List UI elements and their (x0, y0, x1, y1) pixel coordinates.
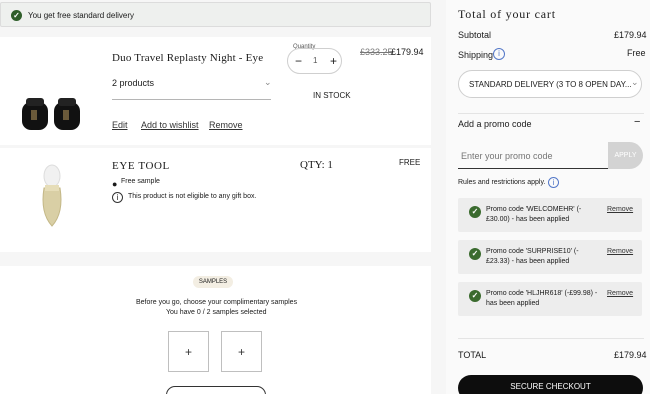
product-image-duo (22, 98, 80, 130)
add-sample-slot-2[interactable]: + (221, 331, 262, 372)
product-name: EYE TOOL (112, 160, 170, 172)
samples-instruction: Before you go, choose your complimentary… (136, 299, 298, 306)
variant-selector[interactable]: 2 products (112, 78, 154, 88)
remove-promo-link[interactable]: Remove (607, 290, 633, 297)
checkmark-icon: ✓ (469, 206, 481, 218)
summary-title: Total of your cart (458, 7, 556, 21)
samples-badge: SAMPLES (193, 276, 233, 288)
info-icon: i (112, 192, 123, 203)
remove-link[interactable]: Remove (209, 120, 243, 130)
decrease-quantity-button[interactable]: − (295, 54, 302, 68)
free-price: FREE (399, 158, 421, 167)
total-label: TOTAL (458, 350, 487, 360)
banner-text: You get free standard delivery (28, 11, 134, 20)
remove-promo-link[interactable]: Remove (607, 248, 633, 255)
chevron-down-icon: ⌄ (631, 77, 639, 87)
promo-line-1: Promo code 'SURPRISE10' (- (486, 248, 579, 255)
promo-line-1: Promo code 'HLJHR618' (-£99.98) - (486, 290, 598, 297)
product-image-eye-tool (42, 164, 62, 227)
info-icon[interactable]: i (548, 177, 559, 188)
promo-line-2: £23.33) - has been applied (486, 258, 570, 265)
divider (458, 338, 644, 339)
secure-checkout-button[interactable]: SECURE CHECKOUT (458, 375, 643, 394)
increase-quantity-button[interactable]: + (330, 54, 337, 68)
delivery-method-select[interactable]: STANDARD DELIVERY (3 TO 8 OPEN DAY... ⌄ (458, 70, 642, 98)
rules-text: Rules and restrictions apply. (458, 179, 546, 186)
samples-count: You have 0 / 2 samples selected (166, 309, 267, 316)
applied-promo-card: ✓ Promo code 'WELCOMEHR' (- £30.00) - ha… (458, 198, 642, 232)
add-to-wishlist-link[interactable]: Add to wishlist (141, 120, 199, 130)
variant-underline (112, 99, 271, 100)
bullet-icon: ● (112, 179, 118, 189)
subtotal-label: Subtotal (458, 30, 492, 40)
chevron-down-icon[interactable]: ⌄ (264, 77, 272, 88)
quantity-value: 1 (313, 56, 318, 65)
stock-status: IN STOCK (313, 91, 351, 100)
gift-note: This product is not eligible to any gift… (128, 193, 257, 200)
collapse-icon[interactable]: − (634, 116, 640, 128)
confirm-samples-button[interactable] (166, 386, 266, 394)
info-icon[interactable]: i (493, 48, 505, 60)
promo-code-field[interactable] (458, 145, 608, 169)
promo-code-input[interactable] (458, 145, 606, 167)
product-name: Duo Travel Replasty Night - Eye (112, 52, 264, 64)
discounted-price: £179.94 (391, 47, 424, 57)
divider (458, 113, 644, 114)
remove-promo-link[interactable]: Remove (607, 206, 633, 213)
quantity-stepper[interactable]: − 1 + (287, 48, 342, 74)
original-price: £333.25 (360, 47, 393, 57)
subtotal-value: £179.94 (614, 30, 647, 40)
promo-heading[interactable]: Add a promo code (458, 119, 532, 129)
quantity-text: QTY: 1 (300, 159, 333, 171)
promo-line-2: £30.00) - has been applied (486, 216, 570, 223)
apply-button[interactable]: APPLY (608, 142, 643, 169)
add-sample-slot-1[interactable]: + (168, 331, 209, 372)
shipping-value: Free (627, 48, 646, 58)
shipping-label: Shipping (458, 50, 494, 60)
applied-promo-card: ✓ Promo code 'SURPRISE10' (- £23.33) - h… (458, 240, 642, 274)
edit-link[interactable]: Edit (112, 120, 128, 130)
checkmark-icon: ✓ (469, 290, 481, 302)
total-value: £179.94 (614, 350, 647, 360)
applied-promo-card: ✓ Promo code 'HLJHR618' (-£99.98) - has … (458, 282, 642, 316)
promo-line-1: Promo code 'WELCOMEHR' (- (486, 206, 582, 213)
delivery-option-text: STANDARD DELIVERY (3 TO 8 OPEN DAY... (469, 80, 632, 89)
promo-line-2: has been applied (486, 300, 540, 307)
free-delivery-banner: ✓ You get free standard delivery (0, 2, 431, 27)
checkmark-icon: ✓ (11, 10, 22, 21)
checkmark-icon: ✓ (469, 248, 481, 260)
free-sample-label: Free sample (121, 178, 160, 185)
